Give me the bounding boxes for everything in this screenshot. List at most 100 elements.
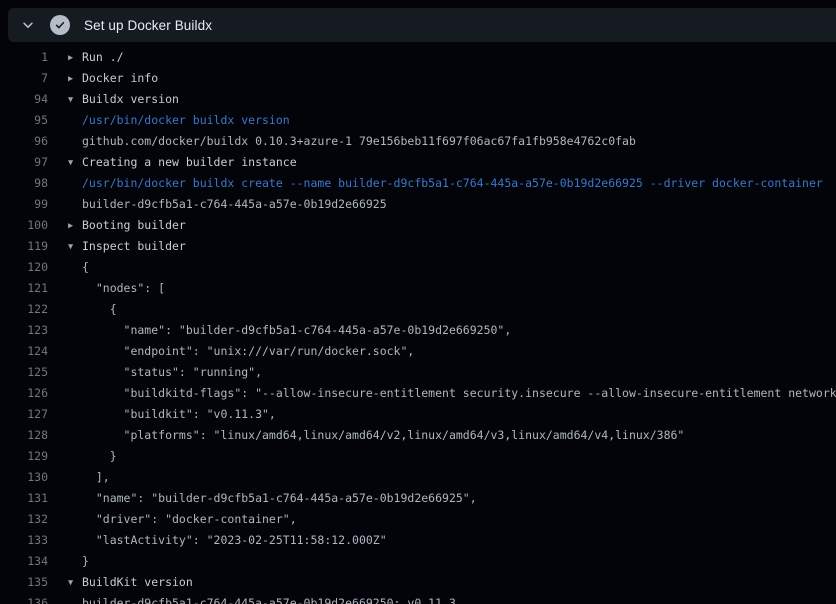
line-content[interactable]: Docker info xyxy=(82,71,158,85)
log-line: 134 } xyxy=(0,550,836,571)
line-text: /usr/bin/docker buildx create --name bui… xyxy=(68,176,823,190)
line-number[interactable]: 120 xyxy=(0,260,48,274)
line-number[interactable]: 121 xyxy=(0,281,48,295)
line-number[interactable]: 136 xyxy=(0,596,48,604)
log-line: 135 ▼BuildKit version xyxy=(0,571,836,592)
line-content: /usr/bin/docker buildx create --name bui… xyxy=(82,176,823,190)
line-content: } xyxy=(82,449,117,463)
line-text: builder-d9cfb5a1-c764-445a-a57e-0b19d2e6… xyxy=(68,197,387,211)
log-line: 98 /usr/bin/docker buildx create --name … xyxy=(0,172,836,193)
line-text: "name": "builder-d9cfb5a1-c764-445a-a57e… xyxy=(68,491,477,505)
line-content: "platforms": "linux/amd64,linux/amd64/v2… xyxy=(82,428,684,442)
log-line: 122 { xyxy=(0,298,836,319)
line-number[interactable]: 119 xyxy=(0,239,48,253)
line-text: "driver": "docker-container", xyxy=(68,512,297,526)
line-number[interactable]: 130 xyxy=(0,470,48,484)
line-text: ▶Run ./ xyxy=(68,50,124,64)
line-text: ▶Docker info xyxy=(68,71,158,85)
line-number[interactable]: 100 xyxy=(0,218,48,232)
line-number[interactable]: 122 xyxy=(0,302,48,316)
line-number[interactable]: 96 xyxy=(0,134,48,148)
check-circle-icon xyxy=(50,15,70,35)
line-text: { xyxy=(68,260,89,274)
line-content[interactable]: Creating a new builder instance xyxy=(82,155,297,169)
line-number[interactable]: 133 xyxy=(0,533,48,547)
log-line: 100 ▶Booting builder xyxy=(0,214,836,235)
line-content: github.com/docker/buildx 0.10.3+azure-1 … xyxy=(82,134,636,148)
log-line: 127 "buildkit": "v0.11.3", xyxy=(0,403,836,424)
line-number[interactable]: 99 xyxy=(0,197,48,211)
line-number[interactable]: 126 xyxy=(0,386,48,400)
step-header[interactable]: Set up Docker Buildx xyxy=(8,8,836,42)
line-content: "buildkit": "v0.11.3", xyxy=(82,407,276,421)
line-number[interactable]: 135 xyxy=(0,575,48,589)
line-content[interactable]: Inspect builder xyxy=(82,239,186,253)
line-number[interactable]: 127 xyxy=(0,407,48,421)
triangle-down-icon[interactable]: ▼ xyxy=(68,95,82,105)
log-line: 129 } xyxy=(0,445,836,466)
line-text: ▼BuildKit version xyxy=(68,575,193,589)
triangle-right-icon[interactable]: ▶ xyxy=(68,221,82,231)
line-content[interactable]: BuildKit version xyxy=(82,575,193,589)
line-number[interactable]: 123 xyxy=(0,323,48,337)
line-text: builder-d9cfb5a1-c764-445a-a57e-0b19d2e6… xyxy=(68,596,456,604)
line-content[interactable]: Run ./ xyxy=(82,50,124,64)
line-text: ], xyxy=(68,470,110,484)
log-line: 96 github.com/docker/buildx 0.10.3+azure… xyxy=(0,130,836,151)
triangle-down-icon[interactable]: ▼ xyxy=(68,242,82,252)
line-content: { xyxy=(82,302,117,316)
line-number[interactable]: 97 xyxy=(0,155,48,169)
triangle-down-icon[interactable]: ▼ xyxy=(68,578,82,588)
triangle-right-icon[interactable]: ▶ xyxy=(68,74,82,84)
line-number[interactable]: 98 xyxy=(0,176,48,190)
line-text: "buildkit": "v0.11.3", xyxy=(68,407,276,421)
log-line: 123 "name": "builder-d9cfb5a1-c764-445a-… xyxy=(0,319,836,340)
line-content: "buildkitd-flags": "--allow-insecure-ent… xyxy=(82,386,836,400)
line-number[interactable]: 129 xyxy=(0,449,48,463)
log-line: 94 ▼Buildx version xyxy=(0,88,836,109)
log-line: 130 ], xyxy=(0,466,836,487)
log-line: 125 "status": "running", xyxy=(0,361,836,382)
line-text: "endpoint": "unix:///var/run/docker.sock… xyxy=(68,344,414,358)
line-content: } xyxy=(82,554,89,568)
triangle-down-icon[interactable]: ▼ xyxy=(68,158,82,168)
line-content[interactable]: Buildx version xyxy=(82,92,179,106)
line-number[interactable]: 125 xyxy=(0,365,48,379)
line-text: "nodes": [ xyxy=(68,281,165,295)
line-number[interactable]: 128 xyxy=(0,428,48,442)
line-text: ▼Buildx version xyxy=(68,92,179,106)
log-line: 99 builder-d9cfb5a1-c764-445a-a57e-0b19d… xyxy=(0,193,836,214)
line-content: ], xyxy=(82,470,110,484)
log-line: 126 "buildkitd-flags": "--allow-insecure… xyxy=(0,382,836,403)
line-number[interactable]: 94 xyxy=(0,92,48,106)
log-line: 119 ▼Inspect builder xyxy=(0,235,836,256)
line-text: "lastActivity": "2023-02-25T11:58:12.000… xyxy=(68,533,387,547)
log-line: 128 "platforms": "linux/amd64,linux/amd6… xyxy=(0,424,836,445)
line-text: "name": "builder-d9cfb5a1-c764-445a-a57e… xyxy=(68,323,511,337)
log-line: 124 "endpoint": "unix:///var/run/docker.… xyxy=(0,340,836,361)
line-content: "nodes": [ xyxy=(82,281,165,295)
line-content: "lastActivity": "2023-02-25T11:58:12.000… xyxy=(82,533,387,547)
log-line: 7 ▶Docker info xyxy=(0,67,836,88)
log-area: 1 ▶Run ./ 7 ▶Docker info 94 ▼Buildx vers… xyxy=(0,42,836,604)
line-text: } xyxy=(68,449,117,463)
line-content: "driver": "docker-container", xyxy=(82,512,297,526)
log-line: 95 /usr/bin/docker buildx version xyxy=(0,109,836,130)
log-line: 132 "driver": "docker-container", xyxy=(0,508,836,529)
line-content: "name": "builder-d9cfb5a1-c764-445a-a57e… xyxy=(82,323,511,337)
line-number[interactable]: 124 xyxy=(0,344,48,358)
line-text: "buildkitd-flags": "--allow-insecure-ent… xyxy=(68,386,836,400)
line-number[interactable]: 95 xyxy=(0,113,48,127)
line-number[interactable]: 132 xyxy=(0,512,48,526)
line-content: "status": "running", xyxy=(82,365,262,379)
line-text: /usr/bin/docker buildx version xyxy=(68,113,290,127)
triangle-right-icon[interactable]: ▶ xyxy=(68,53,82,63)
chevron-down-icon[interactable] xyxy=(20,17,36,33)
line-number[interactable]: 134 xyxy=(0,554,48,568)
line-number[interactable]: 131 xyxy=(0,491,48,505)
line-text: ▶Booting builder xyxy=(68,218,186,232)
line-text: github.com/docker/buildx 0.10.3+azure-1 … xyxy=(68,134,636,148)
line-number[interactable]: 7 xyxy=(0,71,48,85)
line-content[interactable]: Booting builder xyxy=(82,218,186,232)
line-number[interactable]: 1 xyxy=(0,50,48,64)
